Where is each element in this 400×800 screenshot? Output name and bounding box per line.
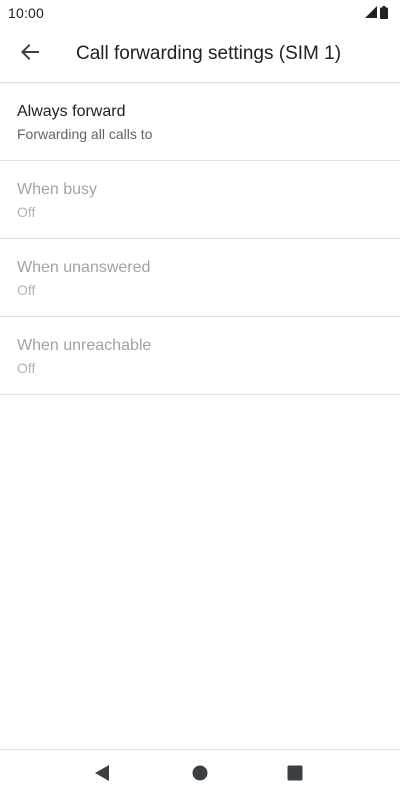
page-title: Call forwarding settings (SIM 1) bbox=[76, 43, 342, 64]
settings-list: Always forward Forwarding all calls to W… bbox=[0, 83, 400, 395]
setting-when-busy[interactable]: When busy Off bbox=[0, 161, 400, 239]
setting-title: Always forward bbox=[17, 103, 126, 120]
battery-icon bbox=[380, 5, 388, 19]
app-bar: Call forwarding settings (SIM 1) bbox=[0, 26, 400, 83]
nav-back-button[interactable] bbox=[89, 762, 115, 788]
setting-when-unreachable[interactable]: When unreachable Off bbox=[0, 317, 400, 395]
arrow-back-icon bbox=[20, 42, 40, 67]
nav-back-icon bbox=[94, 764, 110, 787]
setting-summary: Off bbox=[17, 360, 36, 376]
nav-home-button[interactable] bbox=[187, 762, 213, 788]
setting-summary: Off bbox=[17, 204, 36, 220]
nav-recents-button[interactable] bbox=[282, 762, 308, 788]
setting-summary: Forwarding all calls to bbox=[17, 126, 153, 142]
status-bar: 10:00 bbox=[0, 0, 400, 26]
nav-recents-icon bbox=[287, 765, 303, 786]
setting-title: When busy bbox=[17, 181, 98, 198]
nav-home-icon bbox=[192, 765, 208, 786]
navigation-bar bbox=[0, 749, 400, 800]
setting-title: When unanswered bbox=[17, 259, 151, 276]
setting-summary: Off bbox=[17, 282, 36, 298]
setting-when-unanswered[interactable]: When unanswered Off bbox=[0, 239, 400, 317]
status-icons bbox=[365, 5, 388, 19]
setting-always-forward[interactable]: Always forward Forwarding all calls to bbox=[0, 83, 400, 161]
status-time: 10:00 bbox=[8, 5, 45, 21]
screen: 10:00 Call forwarding settings (SIM 1) A… bbox=[0, 0, 400, 800]
setting-title: When unreachable bbox=[17, 337, 152, 354]
signal-icon bbox=[365, 6, 377, 18]
back-button[interactable] bbox=[10, 34, 50, 74]
